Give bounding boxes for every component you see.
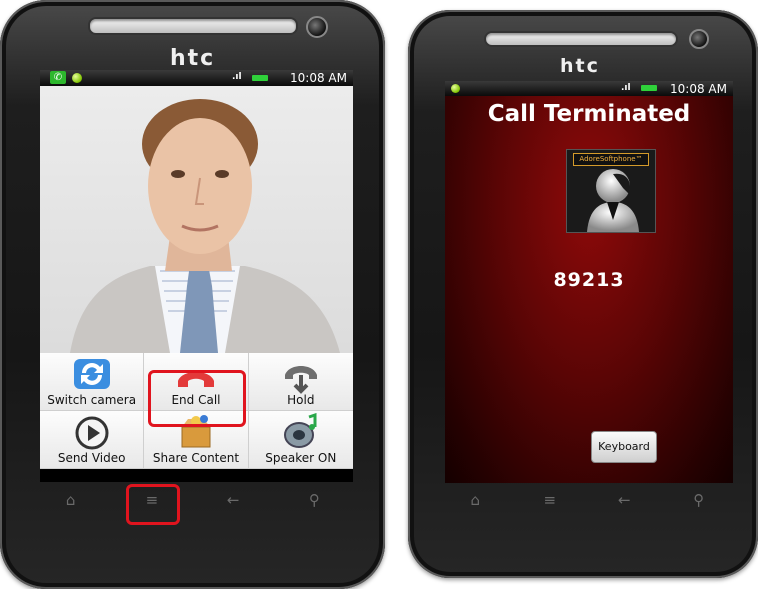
caller-avatar: AdoreSoftphone™ — [566, 149, 656, 233]
home-icon[interactable]: ⌂ — [30, 491, 111, 509]
caller-video-image — [70, 99, 340, 353]
earpiece-speaker — [88, 17, 298, 35]
status-time: 10:08 AM — [290, 71, 347, 85]
home-icon[interactable]: ⌂ — [438, 491, 513, 509]
right-phone: htc .ıl 10:08 AM Call Terminated AdoreSo… — [408, 10, 758, 578]
speaker-on-button[interactable]: Speaker ON — [248, 411, 353, 469]
search-icon[interactable]: ⚲ — [274, 491, 355, 509]
right-screen: .ıl 10:08 AM Call Terminated AdoreSoftph… — [445, 81, 733, 483]
send-video-button[interactable]: Send Video — [40, 411, 145, 469]
switch-camera-button[interactable]: Switch camera — [40, 353, 145, 411]
call-indicator-icon: ✆ — [50, 71, 66, 84]
signal-icon: .ıl — [621, 83, 631, 93]
speaker-icon — [283, 413, 317, 448]
left-nav-bar: ⌂ ≡ ← ⚲ — [30, 482, 355, 518]
notification-dot-icon — [72, 73, 82, 83]
right-nav-bar: ⌂ ≡ ← ⚲ — [438, 484, 736, 516]
status-bar: .ıl 10:08 AM — [445, 81, 733, 96]
keyboard-button[interactable]: Keyboard — [591, 431, 657, 463]
switch-camera-icon — [73, 359, 110, 389]
adoresoftphone-logo: AdoreSoftphone™ — [573, 153, 649, 166]
back-icon[interactable]: ← — [193, 491, 274, 509]
front-camera — [306, 16, 328, 38]
htc-logo: htc — [170, 46, 216, 71]
earpiece-speaker — [484, 31, 678, 47]
video-feed — [40, 86, 353, 353]
end-call-highlight — [148, 370, 246, 427]
left-phone: htc ✆ .ıl 10:08 AM Switch camera End Cal… — [0, 0, 385, 589]
send-video-label: Send Video — [57, 451, 126, 465]
hold-icon — [284, 366, 317, 394]
status-bar: ✆ .ıl 10:08 AM — [40, 70, 353, 86]
switch-camera-label: Switch camera — [47, 393, 137, 407]
call-terminated-title: Call Terminated — [487, 101, 691, 127]
status-time: 10:08 AM — [670, 82, 727, 96]
battery-icon — [641, 85, 657, 91]
caller-number: 89213 — [553, 269, 625, 291]
menu-key-highlight — [126, 484, 180, 525]
battery-icon — [252, 75, 268, 81]
search-icon[interactable]: ⚲ — [662, 491, 737, 509]
back-icon[interactable]: ← — [587, 491, 662, 509]
notification-dot-icon — [451, 84, 460, 93]
front-camera — [689, 29, 709, 49]
play-icon — [75, 416, 109, 450]
signal-icon: .ıl — [232, 72, 242, 82]
hold-label: Hold — [287, 393, 315, 407]
share-content-label: Share Content — [152, 451, 240, 465]
hold-button[interactable]: Hold — [248, 353, 353, 411]
menu-icon[interactable]: ≡ — [513, 491, 588, 509]
speaker-on-label: Speaker ON — [265, 451, 337, 465]
htc-logo: htc — [560, 55, 600, 77]
